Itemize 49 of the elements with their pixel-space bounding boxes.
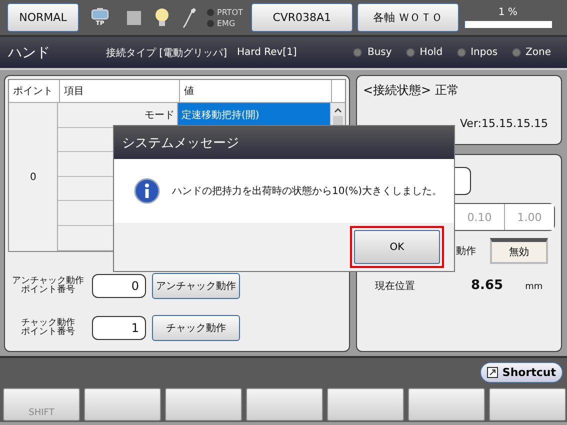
operation-label: 動作 [456,245,476,258]
hard-revision: Hard Rev[1] [236,47,297,58]
unchuck-point-label: アンチャック動作 [12,276,84,286]
unchuck-button[interactable]: アンチャック動作 [152,273,240,299]
version-text: Ver:15.15.15.15 [460,117,549,130]
connection-status: <接続状態> 正常 [363,82,460,99]
unchuck-point-field[interactable]: 0 [92,274,146,298]
function-key[interactable] [408,388,485,421]
override-reading: 1 % [498,7,518,18]
unchuck-point-label: ポイント番号 [21,286,75,296]
mode-button[interactable]: NORMAL [7,3,79,32]
function-key[interactable] [84,388,161,421]
position-unit: mm [525,282,543,292]
position-label: 現在位置 [375,280,416,293]
square-icon [127,10,141,24]
model-button[interactable]: CVR038A1 [250,3,353,32]
ok-button[interactable]: OK [354,230,440,264]
info-icon [134,178,160,204]
dialog-title: システムメッセージ [114,126,454,159]
operation-button[interactable]: 無効 [490,238,548,264]
column-header: 値 [180,80,332,102]
light-bulb-icon [155,8,169,28]
screen-title: ハンド [8,44,51,62]
function-key[interactable] [165,388,242,421]
status-label: Hold [420,47,443,58]
lamp-label: EMG [217,18,236,28]
chuck-point-label: チャック動作 [21,318,75,328]
scroll-up-icon[interactable] [334,107,342,113]
chuck-button[interactable]: チャック動作 [152,315,240,341]
dialog-message: ハンドの把持力を出荷時の状態から10(%)大きくしました。 [172,184,442,198]
connection-type: 接続タイプ [電動グリッパ] [106,46,227,60]
wrench-icon [183,6,197,28]
function-key[interactable] [327,388,404,421]
chuck-point-field[interactable]: 1 [92,316,146,340]
point-cell: 0 [9,103,58,251]
status-label: Zone [526,47,551,58]
column-header: ポイント [9,80,60,102]
status-label: Busy [367,47,392,58]
lamp-label: PRTOT [217,8,243,16]
function-key[interactable] [489,388,566,421]
shortcut-icon [487,367,498,378]
axis-button[interactable]: 各軸 ＷＯＴＯ [356,3,459,32]
shortcut-button[interactable]: Shortcut [480,362,563,383]
status-label: Inpos [470,47,498,58]
function-key[interactable] [246,388,323,421]
position-value: 8.65 [471,278,504,293]
column-header: 項目 [60,80,180,102]
chuck-point-label: ポイント番号 [21,328,75,338]
value-cell[interactable]: 定速移動把持(開) [178,103,330,127]
